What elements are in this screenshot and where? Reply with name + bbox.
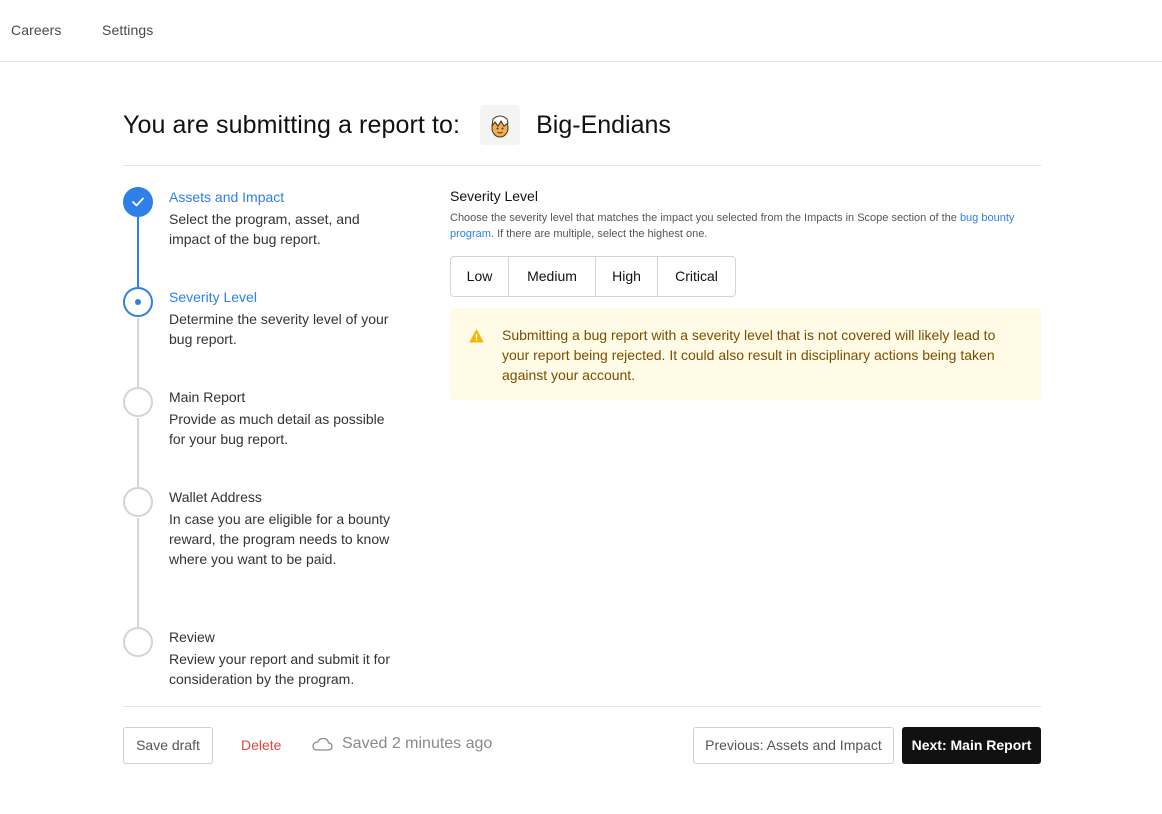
active-dot: [135, 299, 141, 305]
egg-hatching-icon: [491, 115, 509, 138]
warning-text: Submitting a bug report with a severity …: [502, 327, 996, 383]
checkmark-icon: [132, 197, 144, 207]
nav-link-careers[interactable]: Careers: [11, 22, 62, 38]
severity-option-critical[interactable]: Critical: [658, 257, 735, 296]
program-name: Big-Endians: [536, 110, 671, 139]
previous-button[interactable]: Previous: Assets and Impact: [693, 727, 894, 764]
header-divider: [123, 165, 1041, 166]
step-main-report[interactable]: Main Report Provide as much detail as po…: [123, 387, 403, 467]
step-title: Assets and Impact: [169, 189, 285, 205]
page-header: You are submitting a report to: Big-Endi…: [123, 104, 671, 146]
severity-warning-banner: Submitting a bug report with a severity …: [450, 308, 1041, 400]
step-description: Review your report and submit it for con…: [169, 651, 390, 687]
step-description: Select the program, asset, and impact of…: [169, 211, 360, 247]
footer-divider: [123, 706, 1041, 707]
cloud-icon: [312, 737, 333, 751]
step-status-pending: [123, 387, 153, 417]
delete-button[interactable]: Delete: [241, 737, 281, 753]
help-text-prefix: Choose the severity level that matches t…: [450, 212, 960, 224]
severity-option-low[interactable]: Low: [451, 257, 509, 296]
step-status-pending: [123, 627, 153, 657]
step-status-pending: [123, 487, 153, 517]
save-status: Saved 2 minutes ago: [312, 735, 492, 753]
step-description: Provide as much detail as possible for y…: [169, 411, 385, 447]
severity-selector: Low Medium High Critical: [450, 256, 736, 297]
step-description: In case you are eligible for a bounty re…: [169, 511, 391, 567]
step-review[interactable]: Review Review your report and submit it …: [123, 627, 403, 707]
severity-label: Severity Level: [450, 188, 538, 204]
form-footer: Save draft Delete Saved 2 minutes ago Pr…: [123, 727, 1041, 765]
next-button[interactable]: Next: Main Report: [902, 727, 1041, 764]
step-status-done: [123, 187, 153, 217]
warning-triangle-icon: [469, 329, 484, 343]
severity-option-high[interactable]: High: [596, 257, 658, 296]
severity-section: Severity Level Choose the severity level…: [450, 188, 1041, 400]
step-title: Wallet Address: [169, 489, 262, 505]
step-title: Main Report: [169, 389, 246, 405]
severity-option-medium[interactable]: Medium: [509, 257, 596, 296]
page-title: You are submitting a report to:: [123, 110, 461, 139]
nav-link-settings[interactable]: Settings: [102, 22, 153, 38]
severity-help-text: Choose the severity level that matches t…: [450, 210, 1041, 242]
step-assets-and-impact[interactable]: Assets and Impact Select the program, as…: [123, 187, 403, 267]
top-navigation: Careers Settings: [0, 0, 1162, 62]
saved-status-text: Saved 2 minutes ago: [342, 735, 493, 752]
step-title: Review: [169, 629, 215, 645]
step-title: Severity Level: [169, 289, 257, 305]
step-status-active: [123, 287, 153, 317]
step-description: Determine the severity level of your bug…: [169, 311, 389, 347]
help-text-suffix: If there are multiple, select the highes…: [494, 228, 708, 240]
step-wallet-address[interactable]: Wallet Address In case you are eligible …: [123, 487, 403, 607]
program-logo: [480, 105, 521, 145]
save-draft-button[interactable]: Save draft: [123, 727, 213, 764]
step-severity-level[interactable]: Severity Level Determine the severity le…: [123, 287, 403, 367]
